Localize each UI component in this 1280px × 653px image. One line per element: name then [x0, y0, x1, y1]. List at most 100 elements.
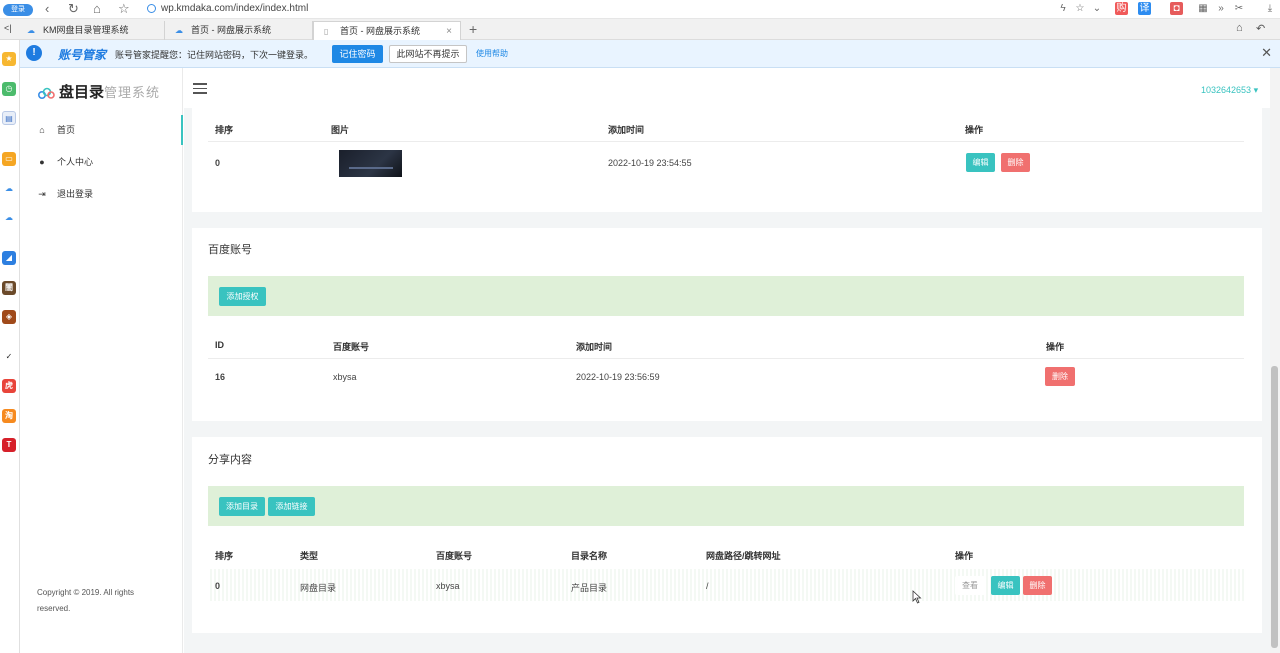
col-type: 类型	[300, 551, 319, 561]
cloud-site-icon[interactable]: ☁	[2, 182, 16, 196]
col-time: 添加时间	[576, 342, 613, 352]
page-icon: ▯	[324, 27, 329, 36]
col-image: 图片	[331, 125, 350, 135]
view-share-button[interactable]: 查看	[955, 576, 985, 595]
refresh-icon[interactable]: ↻	[68, 1, 79, 17]
delete-image-button[interactable]: 删除	[1001, 153, 1030, 172]
user-id: 1032642653	[1201, 85, 1252, 95]
col-order: 排序	[215, 551, 234, 561]
calendar-icon[interactable]: ▤	[2, 111, 16, 125]
tab-close-icon[interactable]: ×	[446, 22, 452, 40]
shop-icon[interactable]: 购	[1115, 2, 1128, 15]
home-icon: ⌂	[39, 125, 45, 135]
cloud-site-icon-2[interactable]: ☁	[2, 211, 16, 225]
menu-label: 退出登录	[57, 189, 94, 199]
chevron-down-icon[interactable]: ⌄	[1092, 2, 1102, 15]
star-icon[interactable]: ☆	[118, 1, 130, 17]
taobao-icon[interactable]: 淘	[2, 409, 16, 423]
share-title: 分享内容	[208, 454, 252, 466]
menu-label: 个人中心	[57, 157, 94, 167]
share-path: /	[706, 581, 709, 591]
images-panel: 排序 图片 添加时间 操作 0 2022-10-19 23:54:55 编辑 删…	[192, 108, 1262, 212]
url-text: wp.kmdaka.com/index/index.html	[161, 3, 309, 14]
remember-password-button[interactable]: 记住密码	[332, 45, 383, 63]
add-link-button[interactable]: 添加链接	[268, 497, 315, 516]
delete-share-button[interactable]: 删除	[1023, 576, 1052, 595]
image-order: 0	[215, 158, 221, 168]
back-icon[interactable]: ‹	[45, 1, 49, 17]
menu-item-home[interactable]: ⌂ 首页	[21, 115, 183, 145]
col-account: 百度账号	[436, 551, 473, 561]
tab-label: KM网盘目录管理系统	[43, 25, 129, 35]
history-icon[interactable]: ◷	[2, 82, 16, 96]
app-logo[interactable]: 盘目录管理系统	[37, 81, 160, 102]
copyright-text: Copyright © 2019. All rights reserved.	[37, 588, 135, 613]
cloud-logo-icon	[38, 87, 55, 99]
favorites-icon[interactable]: ★	[2, 52, 16, 66]
sidebar-toggle-icon[interactable]: <|	[4, 23, 12, 33]
hamburger-menu-icon[interactable]	[193, 83, 207, 94]
table-row	[208, 569, 1244, 601]
login-button[interactable]: 登录	[3, 4, 33, 16]
close-icon[interactable]: ✕	[1261, 45, 1272, 61]
edit-share-button[interactable]: 编辑	[991, 576, 1020, 595]
scrollbar-thumb[interactable]	[1271, 366, 1278, 648]
delete-account-button[interactable]: 删除	[1045, 367, 1075, 386]
tab-km-system[interactable]: ☁ KM网盘目录管理系统	[17, 21, 165, 40]
col-actions: 操作	[1046, 342, 1065, 352]
key-icon: !	[26, 45, 42, 61]
edit-image-button[interactable]: 编辑	[966, 153, 995, 172]
share-toolbar: 添加目录 添加链接	[208, 486, 1244, 526]
page-scrollbar[interactable]	[1270, 68, 1280, 653]
app-icon-blue[interactable]: ◢	[2, 251, 16, 265]
menu-item-logout[interactable]: ⇥ 退出登录	[21, 179, 183, 209]
divider	[208, 358, 1244, 359]
logo-sub-text: 管理系统	[104, 85, 161, 100]
share-content-panel: 分享内容 添加目录 添加链接 排序 类型 百度账号 目录名称 网盘路径/跳转网址…	[192, 437, 1262, 633]
main-content: 排序 图片 添加时间 操作 0 2022-10-19 23:54:55 编辑 删…	[184, 108, 1270, 653]
game-icon[interactable]: ◘	[1170, 2, 1183, 15]
add-directory-button[interactable]: 添加目录	[219, 497, 265, 516]
divider	[208, 141, 1244, 142]
baidu-accounts-panel: 百度账号 添加授权 ID 百度账号 添加时间 操作 16 xbysa 2022-…	[192, 228, 1262, 421]
share-account: xbysa	[436, 581, 460, 591]
translate-icon[interactable]: 译	[1138, 2, 1151, 15]
globe-icon	[147, 4, 156, 13]
col-dir-name: 目录名称	[571, 551, 608, 561]
home-icon[interactable]: ⌂	[93, 1, 101, 17]
help-link[interactable]: 使用帮助	[476, 48, 508, 59]
new-tab-button[interactable]: +	[469, 21, 477, 37]
nike-icon[interactable]: ✓	[2, 350, 16, 364]
favorite-icon[interactable]: ☆	[1074, 2, 1086, 15]
undo-icon[interactable]: ↶	[1256, 22, 1265, 35]
col-time: 添加时间	[608, 125, 645, 135]
apps-icon[interactable]: ▦	[1197, 2, 1209, 15]
bolt-icon[interactable]: ϟ	[1058, 2, 1068, 15]
more-icon[interactable]: »	[1216, 2, 1226, 15]
menu-label: 首页	[57, 125, 76, 135]
cloud-icon: ☁	[175, 26, 183, 35]
tab-home-2[interactable]: ▯ 首页 - 网盘展示系统 ×	[313, 21, 461, 40]
user-dropdown[interactable]: 1032642653 ▾	[1201, 85, 1258, 96]
scissors-icon[interactable]: ✂	[1233, 2, 1245, 15]
tab-label: 首页 - 网盘展示系统	[340, 26, 420, 36]
download-icon[interactable]: ⤓	[1264, 2, 1276, 15]
tab-strip: <| ☁ KM网盘目录管理系统 ☁ 首页 - 网盘展示系统 ▯ 首页 - 网盘展…	[0, 19, 1280, 40]
browser-sidebar: ★ ◷ ▤ ▭ ☁ ☁ ◢ 闇 ◈ ✓ 虎 淘 T	[0, 40, 20, 653]
image-thumbnail[interactable]	[339, 150, 402, 177]
tmall-icon[interactable]: T	[2, 438, 16, 452]
huya-icon[interactable]: 虎	[2, 379, 16, 393]
col-path: 网盘路径/跳转网址	[706, 551, 781, 561]
game-icon-1[interactable]: 闇	[2, 281, 16, 295]
share-order: 0	[215, 581, 221, 591]
bag-icon[interactable]: ⌂	[1236, 22, 1243, 34]
tab-home-1[interactable]: ☁ 首页 - 网盘展示系统	[165, 21, 313, 40]
password-manager-brand: 账号管家	[58, 48, 107, 62]
game-icon-2[interactable]: ◈	[2, 310, 16, 324]
note-icon[interactable]: ▭	[2, 152, 16, 166]
address-bar[interactable]: wp.kmdaka.com/index/index.html	[145, 1, 1105, 17]
never-for-site-button[interactable]: 此网站不再提示	[389, 45, 467, 63]
baidu-title: 百度账号	[208, 244, 252, 256]
add-auth-button[interactable]: 添加授权	[219, 287, 266, 306]
menu-item-profile[interactable]: ● 个人中心	[21, 147, 183, 177]
